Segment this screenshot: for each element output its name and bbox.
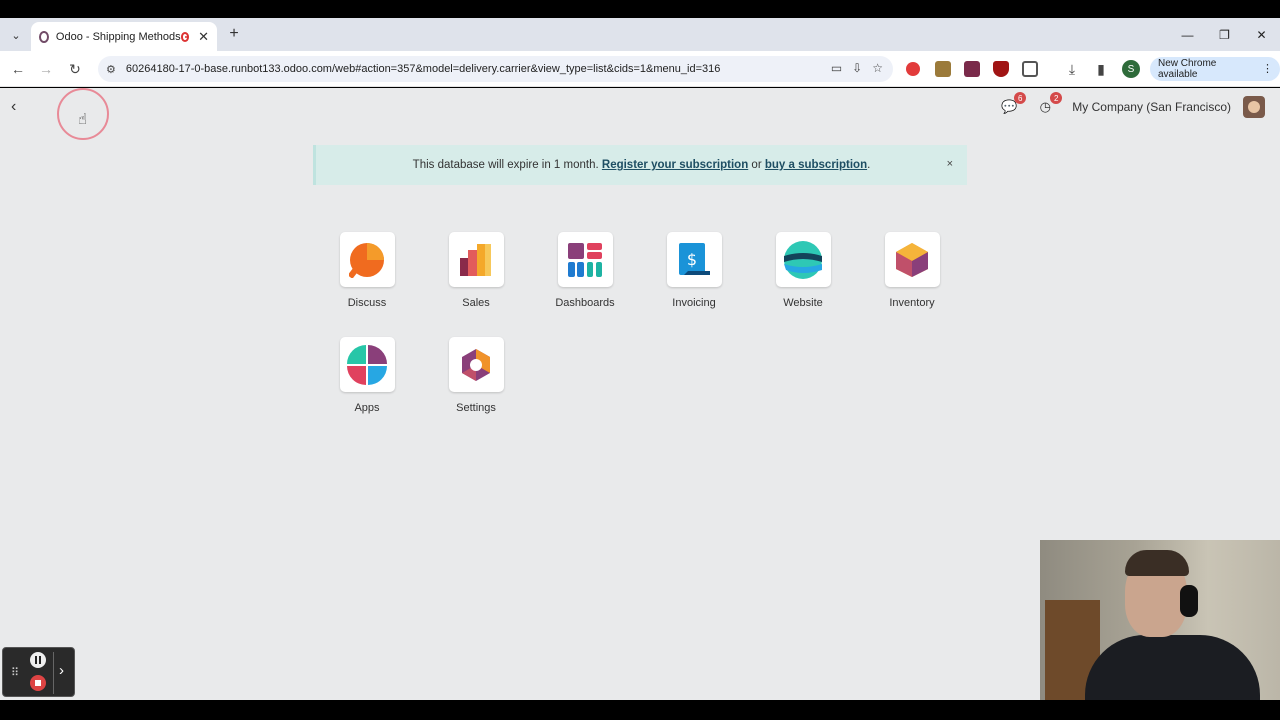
tab-search-dropdown-icon[interactable]: ⌄ [6,26,26,44]
extension-1-icon[interactable] [906,62,920,76]
odoo-home-page: ‹ ☝ 💬 6 ◷ 2 My Company (San Francisco) T… [0,88,1280,700]
side-panel-icon[interactable]: ▮ [1092,60,1110,78]
systray: 💬 6 ◷ 2 My Company (San Francisco) [1000,92,1280,118]
activities-badge: 2 [1050,92,1063,104]
downloads-icon[interactable]: ⤓ [1063,60,1081,78]
discuss-icon [339,232,395,287]
drag-handle-icon[interactable]: ⠿ [11,666,19,679]
app-label: Settings [456,402,496,414]
banner-close-icon[interactable]: × [947,158,953,170]
extension-2-icon[interactable] [935,61,951,77]
webcam-person-body [1085,635,1260,700]
back-icon[interactable]: ← [9,60,27,78]
new-chrome-available-button[interactable]: New Chrome available ⋮ [1150,57,1280,81]
buy-subscription-link[interactable]: buy a subscription [765,159,867,171]
bottom-black-bar [0,700,1280,720]
app-website[interactable]: Website [753,232,853,309]
messages-button[interactable]: 💬 6 [1000,92,1027,116]
site-info-icon[interactable]: ⚙ [106,63,116,76]
app-label: Sales [462,297,490,309]
install-icon[interactable]: ⇩ [852,61,862,75]
hand-cursor-icon: ☝ [78,111,88,128]
app-label: Discuss [347,297,387,309]
home-menu-back-icon[interactable]: ‹ [11,98,16,116]
app-label: Dashboards [555,297,615,309]
messages-badge: 6 [1014,92,1027,104]
app-sales[interactable]: Sales [426,232,526,309]
recording-indicator-icon [180,32,190,42]
app-discuss[interactable]: Discuss [317,232,417,309]
webcam-person-hair [1125,550,1189,576]
app-label: Apps [354,402,380,414]
forward-icon[interactable]: → [37,60,55,78]
inventory-icon [884,232,940,287]
app-label: Invoicing [672,297,716,309]
settings-icon [448,337,504,392]
app-dashboards[interactable]: Dashboards [535,232,635,309]
pause-recording-button[interactable] [30,652,46,668]
dashboards-icon [557,232,613,287]
window-controls: — ❐ ✕ [1169,18,1280,51]
browser-tab-strip: ⌄ Odoo - Shipping Methods ✕ + — ❐ ✕ [0,18,1280,52]
app-label: Inventory [889,297,935,309]
invoicing-icon: $ [666,232,722,287]
address-bar[interactable]: ⚙ 60264180-17-0-base.runbot133.odoo.com/… [98,56,893,82]
tab-title: Odoo - Shipping Methods [55,31,181,43]
banner-or-text: or [748,159,765,171]
restore-icon[interactable]: ❐ [1206,18,1243,51]
app-apps[interactable]: Apps [317,337,417,414]
odoo-favicon-icon [39,31,49,43]
register-subscription-link[interactable]: Register your subscription [602,159,748,171]
chrome-menu-icon[interactable]: ⋮ [1262,62,1273,75]
screen-recorder-widget: ⠿ › [2,647,75,697]
browser-tab-active[interactable]: Odoo - Shipping Methods ✕ [31,22,217,52]
tab-close-icon[interactable]: ✕ [198,29,209,45]
apps-icon [339,337,395,392]
profile-avatar[interactable]: S [1122,60,1140,78]
app-inventory[interactable]: Inventory [862,232,962,309]
webcam-overlay [1040,540,1280,700]
clock-icon: ◷ [1039,99,1051,114]
banner-period: . [867,159,871,171]
minimize-icon[interactable]: — [1169,18,1206,51]
bookmark-star-icon[interactable]: ☆ [872,61,883,75]
user-avatar[interactable] [1243,96,1265,118]
browser-toolbar: ← → ↻ ⚙ 60264180-17-0-base.runbot133.odo… [0,51,1280,87]
banner-text: This database will expire in 1 month. [412,159,602,171]
website-icon [775,232,831,287]
expand-recorder-icon[interactable]: › [59,662,64,679]
ublock-icon[interactable] [993,61,1009,77]
headphones [1180,585,1198,617]
extensions-puzzle-icon[interactable] [1022,61,1038,77]
app-settings[interactable]: Settings [426,337,526,414]
activities-button[interactable]: ◷ 2 [1036,92,1063,116]
svg-text:$: $ [687,250,697,269]
app-label: Website [783,297,823,309]
window-close-icon[interactable]: ✕ [1243,18,1280,51]
expiration-banner: This database will expire in 1 month. Re… [313,145,967,185]
reload-icon[interactable]: ↻ [66,60,84,78]
new-chrome-label: New Chrome available [1158,58,1217,80]
app-invoicing[interactable]: $ Invoicing [644,232,744,309]
sales-icon [448,232,504,287]
stop-recording-button[interactable] [30,675,46,691]
cast-icon[interactable]: ▭ [831,61,842,75]
recorder-divider [53,652,54,694]
extension-3-icon[interactable] [964,61,980,77]
url-text: 60264180-17-0-base.runbot133.odoo.com/we… [125,63,721,75]
new-tab-button[interactable]: + [225,25,243,43]
company-switcher[interactable]: My Company (San Francisco) [1072,100,1231,114]
